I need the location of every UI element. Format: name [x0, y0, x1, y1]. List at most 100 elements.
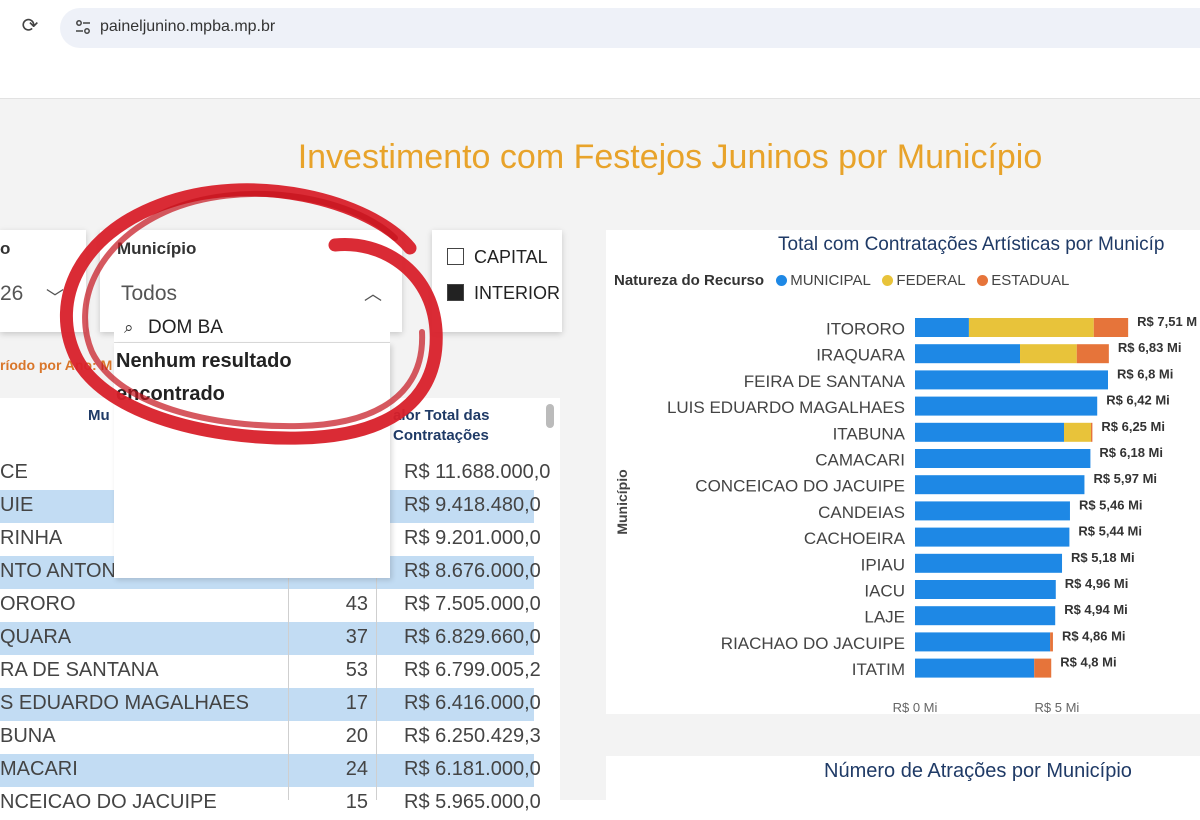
bar-federal	[1020, 344, 1077, 364]
bar-estadual	[1076, 344, 1109, 364]
checkbox-interior[interactable]	[447, 284, 464, 301]
cell-municipio: S EDUARDO MAGALHAES	[0, 692, 249, 714]
cell-municipio: MACARI	[0, 758, 78, 780]
bar-municipal	[915, 422, 1065, 442]
checkbox-interior-label[interactable]: INTERIOR	[474, 283, 560, 304]
cell-valor: R$ 7.505.000,0	[404, 593, 541, 615]
search-icon: ⌕	[124, 318, 134, 337]
site-info-icon[interactable]	[74, 18, 94, 38]
checkbox-capital-label[interactable]: CAPITAL	[474, 247, 548, 268]
table-row[interactable]: RA DE SANTANA 53 R$ 6.799.005,2	[0, 655, 541, 688]
cell-valor: R$ 9.418.480,0	[404, 494, 541, 516]
bar-estadual	[1034, 658, 1052, 678]
period-filter-text: ríodo por Ano: M	[0, 357, 113, 373]
data-label: R$ 6,42 Mi	[1106, 393, 1170, 408]
bar-municipal	[915, 606, 1056, 626]
cell-valor: R$ 9.201.000,0	[404, 527, 541, 549]
column-header-municipio[interactable]: Mu	[88, 407, 110, 424]
data-label: R$ 6,83 Mi	[1118, 340, 1182, 355]
category-label: RIACHAO DO JACUIPE	[721, 634, 905, 653]
bar-municipal	[915, 318, 969, 337]
table-row[interactable]: MACARI 24 R$ 6.181.000,0	[0, 754, 541, 787]
x-tick-label: R$ 0 Mi	[893, 700, 938, 714]
atracoes-chart-card: Número de Atrações por Município	[606, 756, 1200, 800]
category-label: IACU	[864, 582, 905, 601]
bar-municipal	[915, 527, 1070, 547]
category-label: CAMACARI	[815, 451, 905, 470]
category-label: LAJE	[864, 608, 905, 627]
year-slicer[interactable]: o 26 ﹀	[0, 230, 86, 332]
column-header-valor[interactable]: alor Total das Contratações	[393, 406, 523, 446]
category-label: CACHOEIRA	[804, 529, 906, 548]
checkbox-capital[interactable]	[447, 248, 464, 265]
cell-count: 17	[345, 692, 368, 714]
data-label: R$ 4,8 Mi	[1060, 655, 1116, 670]
table-row[interactable]: NCEICAO DO JACUIPE 15 R$ 5.965.000,0	[0, 787, 541, 820]
category-label: CONCEICAO DO JACUIPE	[695, 477, 905, 496]
cell-municipio: QUARA	[0, 626, 72, 648]
cell-valor: R$ 8.676.000,0	[404, 560, 541, 582]
bar-municipal	[915, 449, 1091, 468]
cell-valor: R$ 5.965.000,0	[404, 791, 541, 813]
y-axis-title: Município	[614, 469, 630, 534]
data-label: R$ 4,86 Mi	[1062, 628, 1126, 643]
municipio-search-box[interactable]: ⌕ DOM BA	[114, 313, 390, 343]
data-label: R$ 6,25 Mi	[1101, 419, 1165, 434]
bar-municipal	[915, 475, 1085, 495]
chevron-up-icon[interactable]: ︿	[364, 280, 382, 306]
municipio-slicer-label: Município	[117, 239, 197, 258]
cell-municipio: RA DE SANTANA	[0, 659, 159, 681]
cell-count: 37	[345, 626, 368, 648]
category-label: IRAQUARA	[816, 346, 905, 365]
municipio-slicer-value[interactable]: Todos	[121, 282, 177, 306]
bar-municipal	[915, 580, 1056, 599]
address-bar[interactable]: paineljunino.mpba.mp.br	[60, 8, 1200, 48]
municipio-dropdown-list: Nenhum resultado encontrado	[114, 343, 390, 578]
reload-icon[interactable]: ⟳	[18, 14, 42, 38]
category-label: ITABUNA	[833, 424, 906, 443]
cell-valor: R$ 6.416.000,0	[404, 692, 541, 714]
category-label: ITATIM	[852, 660, 905, 679]
cell-municipio: CE	[0, 461, 28, 483]
category-label: LUIS EDUARDO MAGALHAES	[667, 398, 905, 417]
contratacoes-chart-card: Total com Contratações Artísticas por Mu…	[606, 230, 1200, 714]
cell-municipio: BUNA	[0, 725, 56, 747]
atracoes-chart-title: Número de Atrações por Município	[824, 760, 1132, 782]
data-label: R$ 5,44 Mi	[1078, 524, 1142, 539]
bar-municipal	[915, 632, 1051, 652]
bar-municipal	[915, 344, 1021, 364]
year-slicer-value[interactable]: 26	[0, 282, 23, 306]
capital-interior-slicer: CAPITAL INTERIOR	[432, 230, 562, 332]
bar-federal	[968, 318, 1094, 337]
bar-municipal	[915, 658, 1035, 678]
year-slicer-label: o	[0, 239, 11, 258]
table-scrollbar[interactable]	[546, 404, 554, 428]
x-tick-label: R$ 5 Mi	[1035, 700, 1080, 714]
cell-valor: R$ 6.250.429,3	[404, 725, 541, 747]
cell-count: 15	[345, 791, 368, 813]
cell-count: 20	[345, 725, 368, 747]
chevron-down-icon[interactable]: ﹀	[46, 284, 64, 310]
cell-municipio: NCEICAO DO JACUIPE	[0, 791, 217, 813]
url-text[interactable]: paineljunino.mpba.mp.br	[100, 18, 275, 36]
data-label: R$ 6,8 Mi	[1117, 366, 1173, 381]
municipio-search-input[interactable]: DOM BA	[148, 317, 223, 339]
bar-municipal	[915, 553, 1063, 573]
data-label: R$ 5,97 Mi	[1093, 471, 1157, 486]
cell-valor: R$ 11.688.000,0	[404, 461, 551, 483]
table-row[interactable]: QUARA 37 R$ 6.829.660,0	[0, 622, 541, 655]
category-label: FEIRA DE SANTANA	[744, 372, 906, 391]
data-label: R$ 7,51 M	[1137, 314, 1197, 329]
table-row[interactable]: ORORO 43 R$ 7.505.000,0	[0, 589, 541, 622]
table-row[interactable]: BUNA 20 R$ 6.250.429,3	[0, 721, 541, 754]
data-label: R$ 4,94 Mi	[1064, 602, 1128, 617]
data-label: R$ 6,18 Mi	[1099, 445, 1163, 460]
page-title: Investimento com Festejos Juninos por Mu…	[297, 138, 1043, 176]
category-label: CANDEIAS	[818, 503, 905, 522]
bar-estadual	[1050, 632, 1053, 652]
cell-count: 24	[345, 758, 368, 780]
table-row[interactable]: S EDUARDO MAGALHAES 17 R$ 6.416.000,0	[0, 688, 541, 721]
cell-valor: R$ 6.181.000,0	[404, 758, 541, 780]
bar-estadual	[1093, 318, 1129, 337]
bar-chart: Município ITORORO R$ 7,51 M IRAQUARA R$ 6,83…	[614, 314, 1197, 714]
